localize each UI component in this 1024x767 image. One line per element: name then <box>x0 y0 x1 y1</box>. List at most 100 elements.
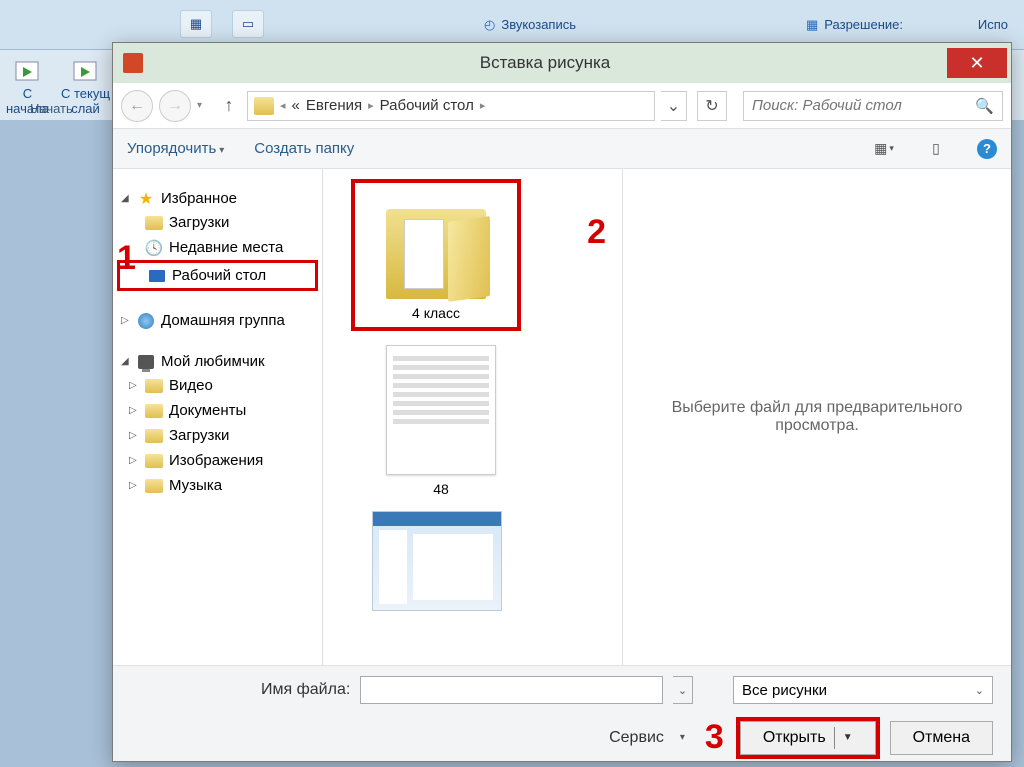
toolbar: Упорядочить▾ Создать папку ▦▾ ▯ ? <box>113 129 1011 169</box>
address-dropdown[interactable]: ⌄ <box>661 91 687 121</box>
file-label: 4 класс <box>412 305 460 321</box>
expand-icon[interactable]: ▷ <box>129 430 139 441</box>
dialog-title: Вставка рисунка <box>143 53 947 73</box>
desktop-icon <box>148 268 166 284</box>
nav-tree: 1 ◢ ★ Избранное Загрузки 🕓 Недавние мест… <box>113 169 323 665</box>
open-dropdown-icon[interactable]: ▼ <box>843 732 853 743</box>
preview-pane: Выберите файл для предварительного просм… <box>623 169 1011 665</box>
slide-icon[interactable]: ▭ <box>232 10 264 38</box>
tree-label: Загрузки <box>169 427 229 444</box>
expand-icon[interactable]: ▷ <box>129 480 139 491</box>
file-item-folder[interactable]: 4 класс <box>351 179 521 331</box>
dialog-body: 1 ◢ ★ Избранное Загрузки 🕓 Недавние мест… <box>113 169 1011 665</box>
tree-label: Изображения <box>169 452 263 469</box>
forward-button[interactable]: → <box>159 90 191 122</box>
breadcrumb-2[interactable]: Рабочий стол <box>380 97 474 114</box>
expand-icon[interactable]: ▷ <box>129 405 139 416</box>
address-bar[interactable]: ◂ « Евгения ▸ Рабочий стол ▸ <box>247 91 655 121</box>
play-current-icon <box>70 56 100 86</box>
tree-downloads2[interactable]: ▷ Загрузки <box>117 423 318 448</box>
folder-icon <box>145 453 163 469</box>
ribbon-section-label: Начать <box>30 101 73 116</box>
annotation-1: 1 <box>117 239 136 278</box>
file-label: 48 <box>433 481 449 497</box>
tree-label: Избранное <box>161 190 237 207</box>
tree-label: Рабочий стол <box>172 267 266 284</box>
tree-label: Недавние места <box>169 239 283 256</box>
homegroup-icon <box>137 313 155 329</box>
collapse-icon[interactable]: ◢ <box>121 193 131 204</box>
use-label: Испо <box>978 17 1008 32</box>
sound-record-label[interactable]: Звукозапись <box>501 17 576 32</box>
up-button[interactable]: ↑ <box>217 94 241 118</box>
chevron-left-icon: ◂ <box>280 99 286 112</box>
filename-label: Имя файла: <box>261 681 350 699</box>
file-item-slide[interactable] <box>367 511 507 611</box>
nav-row: ← → ▾ ↑ ◂ « Евгения ▸ Рабочий стол ▸ ⌄ ↻… <box>113 83 1011 129</box>
folder-icon <box>145 378 163 394</box>
resolution-label: Разрешение: <box>824 17 903 32</box>
folder-icon <box>145 478 163 494</box>
folder-icon <box>145 403 163 419</box>
computer-icon <box>137 354 155 370</box>
tree-music[interactable]: ▷ Музыка <box>117 473 318 498</box>
view-button[interactable]: ▦▾ <box>873 140 895 158</box>
expand-icon[interactable]: ▷ <box>121 315 131 326</box>
insert-picture-dialog: Вставка рисунка ✕ ← → ▾ ↑ ◂ « Евгения ▸ … <box>112 42 1012 762</box>
tree-mypc[interactable]: ◢ Мой любимчик <box>117 350 318 373</box>
breadcrumb-1[interactable]: Евгения <box>306 97 362 114</box>
file-list[interactable]: 2 4 класс 48 <box>323 169 623 665</box>
tree-downloads[interactable]: Загрузки <box>117 210 318 235</box>
tree-pictures[interactable]: ▷ Изображения <box>117 448 318 473</box>
search-icon[interactable]: 🔍 <box>975 97 994 115</box>
clock-icon: ◴ <box>484 17 495 33</box>
expand-icon[interactable]: ▷ <box>129 380 139 391</box>
star-icon: ★ <box>137 191 155 207</box>
bottom-bar: Имя файла: ⌄ Все рисунки ⌄ Сервис ▾ 3 От… <box>113 665 1011 761</box>
open-button[interactable]: Открыть ▼ <box>740 721 876 755</box>
play-icon <box>12 56 42 86</box>
tree-favorites[interactable]: ◢ ★ Избранное <box>117 187 318 210</box>
tree-documents[interactable]: ▷ Документы <box>117 398 318 423</box>
tools-label[interactable]: Сервис <box>609 729 664 747</box>
new-folder-button[interactable]: Создать папку <box>254 140 354 157</box>
cancel-button[interactable]: Отмена <box>890 721 993 755</box>
preview-toggle-button[interactable]: ▯ <box>925 140 947 158</box>
tree-label: Видео <box>169 377 213 394</box>
folder-large-icon <box>376 189 496 299</box>
window-icon[interactable]: ▦ <box>180 10 212 38</box>
tree-recent[interactable]: 🕓 Недавние места <box>117 235 318 260</box>
tree-video[interactable]: ▷ Видео <box>117 373 318 398</box>
tree-label: Музыка <box>169 477 222 494</box>
back-button[interactable]: ← <box>121 90 153 122</box>
recent-icon: 🕓 <box>145 240 163 256</box>
close-button[interactable]: ✕ <box>947 48 1007 78</box>
tree-label: Домашняя группа <box>161 312 285 329</box>
tools-dropdown-icon[interactable]: ▾ <box>680 732 685 743</box>
tree-label: Загрузки <box>169 214 229 231</box>
downloads-icon <box>145 215 163 231</box>
tree-label: Мой любимчик <box>161 353 265 370</box>
resolution-icon: ▦ <box>806 17 818 33</box>
refresh-button[interactable]: ↻ <box>697 91 727 121</box>
organize-button[interactable]: Упорядочить▾ <box>127 140 224 157</box>
filename-dropdown[interactable]: ⌄ <box>673 676 693 704</box>
search-box[interactable]: 🔍 <box>743 91 1003 121</box>
tree-homegroup[interactable]: ▷ Домашняя группа <box>117 309 318 332</box>
collapse-icon[interactable]: ◢ <box>121 356 131 367</box>
folder-icon <box>145 428 163 444</box>
expand-icon[interactable]: ▷ <box>129 455 139 466</box>
annotation-2: 2 <box>587 213 606 252</box>
breadcrumb-pre: « <box>292 97 300 114</box>
help-button[interactable]: ? <box>977 139 997 159</box>
open-label: Открыть <box>763 729 826 747</box>
search-input[interactable] <box>752 97 975 114</box>
tree-desktop[interactable]: Рабочий стол <box>117 260 318 291</box>
titlebar: Вставка рисунка ✕ <box>113 43 1011 83</box>
file-filter-dropdown[interactable]: Все рисунки ⌄ <box>733 676 993 704</box>
chevron-right-icon: ▸ <box>368 99 374 112</box>
file-item-doc[interactable]: 48 <box>371 345 511 497</box>
filename-input[interactable] <box>360 676 663 704</box>
cancel-label: Отмена <box>913 729 970 747</box>
history-dropdown[interactable]: ▾ <box>197 100 211 111</box>
